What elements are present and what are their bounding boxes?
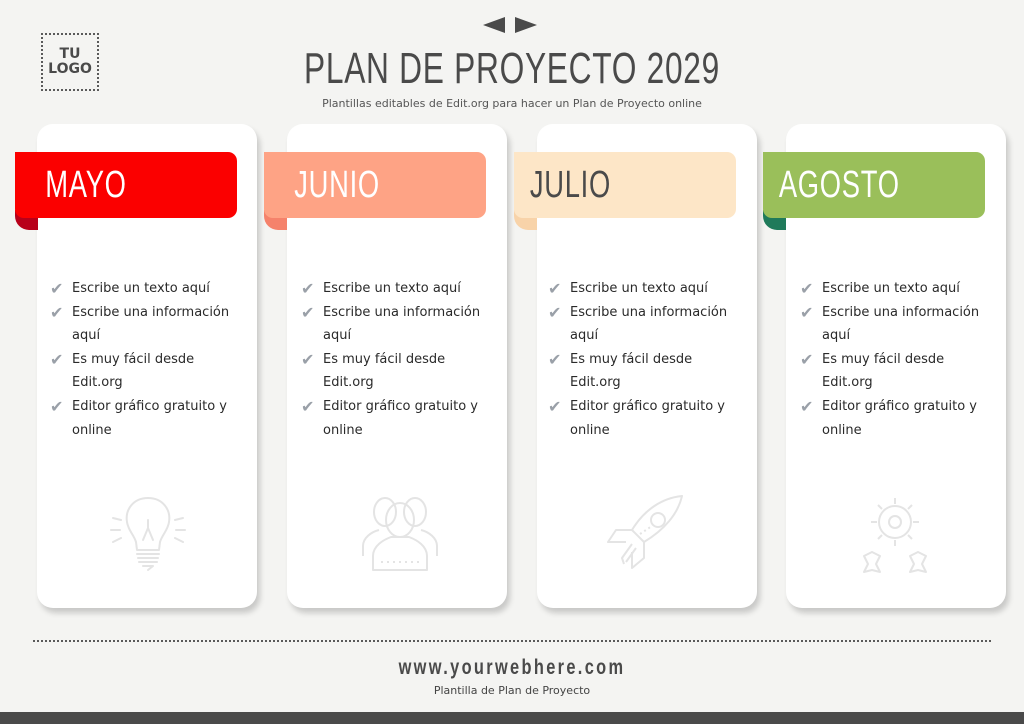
check-icon: ✔ bbox=[301, 396, 315, 416]
logo-line-2: LOGO bbox=[48, 61, 92, 77]
gears-icon bbox=[863, 498, 927, 573]
month-label: JUNIO bbox=[294, 163, 380, 206]
check-icon: ✔ bbox=[301, 302, 315, 322]
bottom-bar bbox=[0, 712, 1024, 724]
checklist: ✔ Escribe un texto aquí ✔ Escribe una info… bbox=[301, 277, 491, 442]
list-item: ✔ Es muy fácil desde Edit.org bbox=[301, 349, 446, 391]
list-item: ✔ Escribe un texto aquí bbox=[548, 279, 708, 298]
list-item: ✔ Es muy fácil desde Edit.org bbox=[548, 349, 693, 391]
list-item: ✔ Escribe un texto aquí bbox=[800, 279, 960, 298]
check-icon: ✔ bbox=[301, 279, 315, 298]
list-item: ✔ Escribe una información aquí bbox=[800, 302, 980, 344]
list-item: ✔ Editor gráfico gratuito y online bbox=[548, 396, 725, 438]
check-icon: ✔ bbox=[301, 349, 315, 369]
list-item: ✔ Escribe un texto aquí bbox=[50, 279, 210, 298]
list-item: ✔ Editor gráfico gratuito y online bbox=[800, 396, 977, 438]
check-icon: ✔ bbox=[50, 396, 64, 416]
footer-divider bbox=[33, 640, 991, 642]
check-icon: ✔ bbox=[50, 279, 64, 298]
list-item: ✔ Editor gráfico gratuito y online bbox=[50, 396, 227, 438]
check-icon: ✔ bbox=[50, 349, 64, 369]
check-icon: ✔ bbox=[800, 396, 814, 416]
nav-arrows bbox=[483, 17, 537, 33]
checklist: ✔ Escribe un texto aquí ✔ Escribe una info… bbox=[50, 277, 240, 442]
page-subtitle: Plantillas editables de Edit.org para ha… bbox=[322, 97, 702, 110]
month-label: MAYO bbox=[45, 163, 127, 206]
footer-subtitle: Plantilla de Plan de Proyecto bbox=[433, 684, 591, 697]
list-item: ✔ Escribe una información aquí bbox=[50, 302, 230, 344]
check-icon: ✔ bbox=[548, 279, 562, 298]
check-icon: ✔ bbox=[800, 349, 814, 369]
check-icon: ✔ bbox=[548, 396, 562, 416]
page-title: PLAN DE PROYECTO 2029 bbox=[304, 44, 720, 93]
list-item: ✔ Escribe un texto aquí bbox=[301, 279, 461, 298]
check-icon: ✔ bbox=[800, 279, 814, 298]
list-item: ✔ Es muy fácil desde Edit.org bbox=[50, 349, 195, 391]
month-label: AGOSTO bbox=[778, 163, 900, 206]
check-icon: ✔ bbox=[50, 302, 64, 322]
logo-placeholder: TU LOGO bbox=[41, 33, 99, 91]
arrow-right-icon[interactable] bbox=[515, 17, 537, 33]
check-icon: ✔ bbox=[548, 349, 562, 369]
list-item: ✔ Es muy fácil desde Edit.org bbox=[800, 349, 945, 391]
list-item: ✔ Escribe una información aquí bbox=[301, 302, 481, 344]
month-label: JULIO bbox=[529, 163, 611, 206]
month-ribbon-julio: JULIO bbox=[514, 152, 736, 218]
website-link[interactable]: www.yourwebhere.com bbox=[113, 656, 912, 680]
check-icon: ✔ bbox=[548, 302, 562, 322]
logo-line-1: TU bbox=[59, 46, 81, 62]
lightbulb-icon bbox=[110, 497, 186, 571]
checklist: ✔ Escribe un texto aquí ✔ Escribe una info… bbox=[800, 277, 990, 442]
month-ribbon-agosto: AGOSTO bbox=[763, 152, 985, 218]
checklist: ✔ Escribe un texto aquí ✔ Escribe una info… bbox=[548, 277, 738, 442]
check-icon: ✔ bbox=[800, 302, 814, 322]
list-item: ✔ Editor gráfico gratuito y online bbox=[301, 396, 478, 438]
rocket-icon bbox=[607, 495, 683, 569]
team-icon bbox=[362, 497, 438, 571]
month-ribbon-mayo: MAYO bbox=[15, 152, 237, 218]
arrow-left-icon[interactable] bbox=[483, 17, 505, 33]
list-item: ✔ Escribe una información aquí bbox=[548, 302, 728, 344]
month-ribbon-junio: JUNIO bbox=[264, 152, 486, 218]
